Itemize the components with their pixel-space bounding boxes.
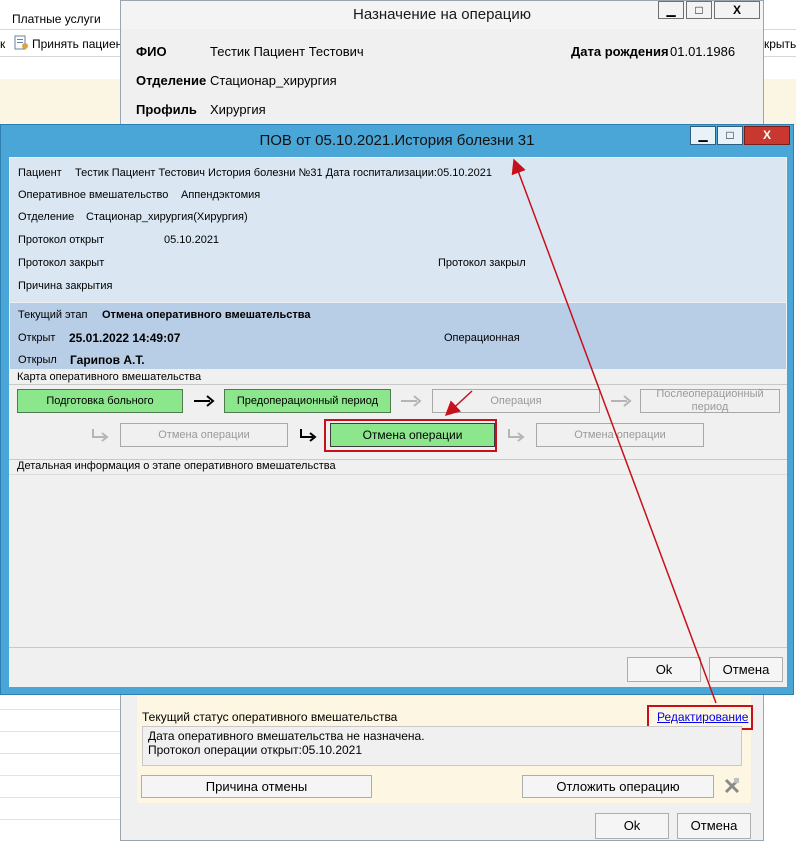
annotation-arrow	[444, 390, 473, 417]
annotation-arrows	[444, 158, 717, 704]
annotation-arrow	[511, 158, 717, 704]
